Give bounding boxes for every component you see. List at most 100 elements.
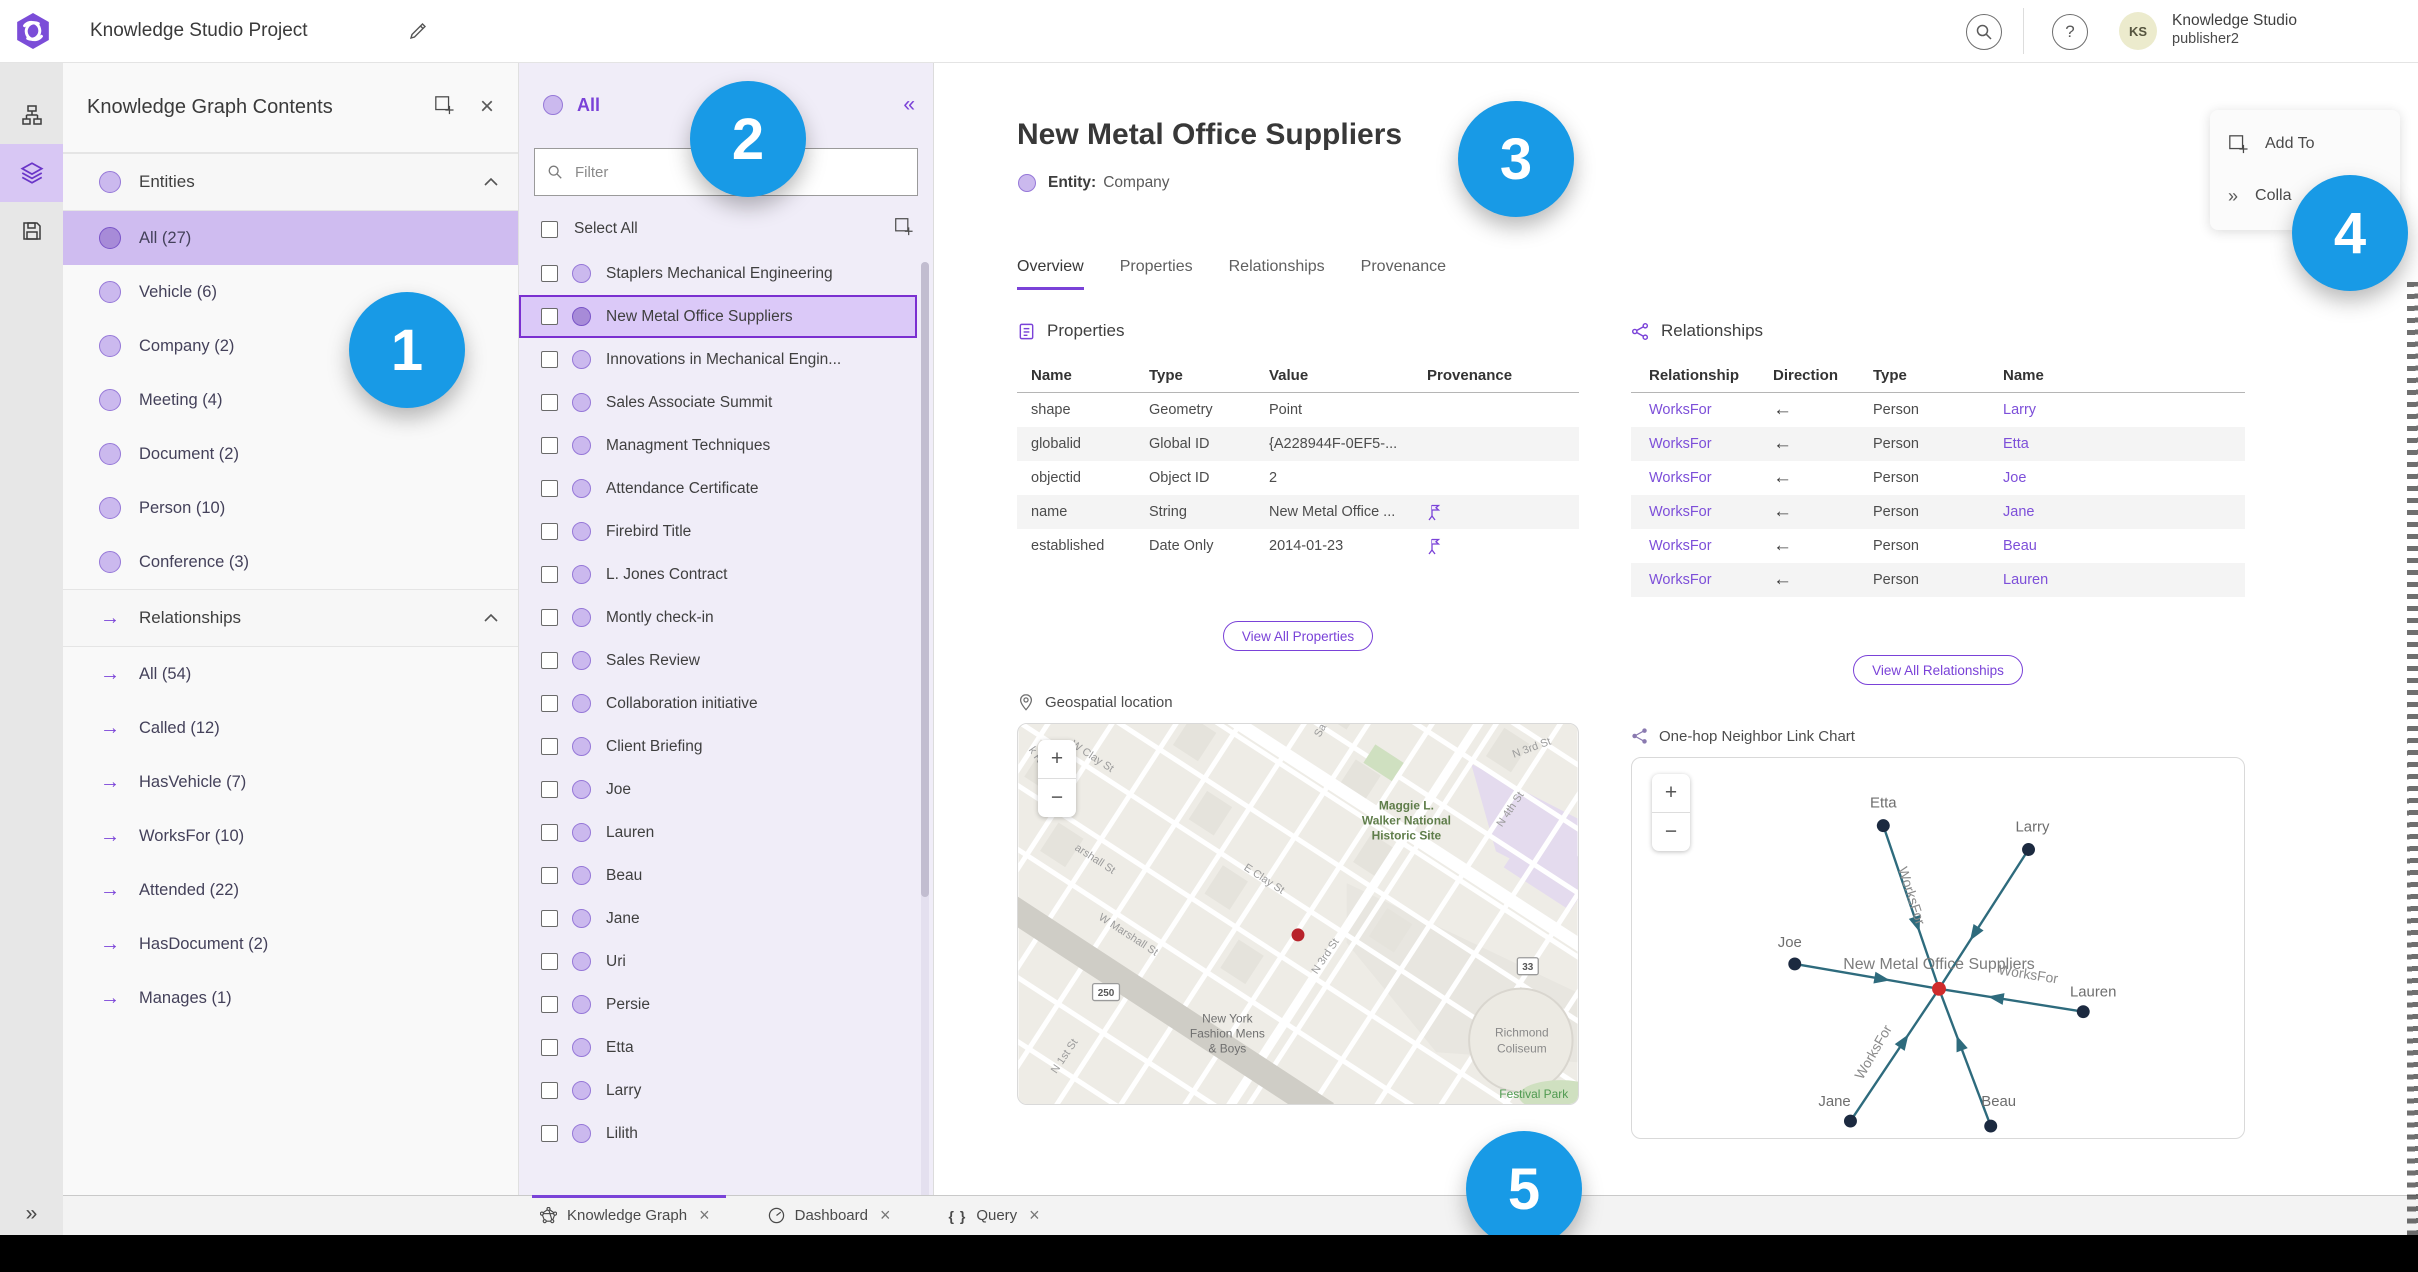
relationship-link[interactable]: WorksFor [1649, 470, 1773, 486]
expand-rail-icon[interactable]: » [0, 1202, 63, 1226]
kg-list-item[interactable]: Larry [519, 1069, 917, 1112]
one-hop-link-chart[interactable]: EttaLarryJoeLaurenJane BeauNew Metal Offi… [1632, 758, 2244, 1138]
scrollbar-track[interactable] [921, 262, 929, 1202]
contents-item[interactable]: → HasVehicle (7) [63, 755, 518, 809]
item-checkbox[interactable] [541, 867, 558, 884]
item-checkbox[interactable] [541, 437, 558, 454]
link-chart-card[interactable]: Etta Larry Joe Lauren Jane Beau New Metal Offi… [1631, 757, 2245, 1139]
provenance-flag-icon[interactable] [1427, 504, 1443, 521]
item-checkbox[interactable] [541, 265, 558, 282]
zoom-out-button[interactable]: − [1038, 778, 1076, 817]
contents-item[interactable]: → HasDocument (2) [63, 917, 518, 971]
close-icon[interactable]: × [480, 95, 494, 119]
tab-overview[interactable]: Overview [1017, 258, 1084, 290]
relationship-link[interactable]: WorksFor [1649, 538, 1773, 554]
item-checkbox[interactable] [541, 1125, 558, 1142]
kg-list-item[interactable]: Lauren [519, 811, 917, 854]
kg-list-item[interactable]: Persie [519, 983, 917, 1026]
item-checkbox[interactable] [541, 523, 558, 540]
kg-list-item[interactable]: Uri [519, 940, 917, 983]
tab-provenance[interactable]: Provenance [1361, 258, 1446, 290]
relationship-link[interactable]: WorksFor [1649, 572, 1773, 588]
zoom-in-button[interactable]: + [1652, 774, 1690, 812]
kg-list-item[interactable]: Etta [519, 1026, 917, 1069]
item-checkbox[interactable] [541, 1082, 558, 1099]
name-link[interactable]: Larry [2003, 402, 2231, 418]
contents-item[interactable]: All (27) [63, 211, 518, 265]
kg-list-item[interactable]: Montly check-in [519, 596, 917, 639]
relationship-link[interactable]: WorksFor [1649, 436, 1773, 452]
item-checkbox[interactable] [541, 695, 558, 712]
item-checkbox[interactable] [541, 308, 558, 325]
add-item-icon[interactable] [894, 217, 913, 241]
item-checkbox[interactable] [541, 953, 558, 970]
kg-list-item[interactable]: Collaboration initiative [519, 682, 917, 725]
knowledge-studio-logo-icon[interactable] [14, 12, 52, 55]
close-icon[interactable]: × [1029, 1205, 1040, 1226]
add-item-icon[interactable] [434, 95, 454, 120]
relationship-link[interactable]: WorksFor [1649, 504, 1773, 520]
tab-properties[interactable]: Properties [1120, 258, 1193, 290]
add-to-menu-item[interactable]: Add To [2210, 118, 2400, 170]
close-icon[interactable]: × [880, 1205, 891, 1226]
name-link[interactable]: Beau [2003, 538, 2231, 554]
item-checkbox[interactable] [541, 566, 558, 583]
kg-list-item[interactable]: Firebird Title [519, 510, 917, 553]
kg-list-item[interactable]: Beau [519, 854, 917, 897]
provenance-flag-icon[interactable] [1427, 538, 1443, 555]
item-checkbox[interactable] [541, 781, 558, 798]
view-all-properties-button[interactable]: View All Properties [1222, 621, 1374, 651]
close-icon[interactable]: × [699, 1205, 710, 1226]
kg-list-item[interactable]: Innovations in Mechanical Engin... [519, 338, 917, 381]
collapse-panel-icon[interactable]: « [903, 93, 915, 117]
contents-item[interactable]: → Attended (22) [63, 863, 518, 917]
item-checkbox[interactable] [541, 394, 558, 411]
name-link[interactable]: Etta [2003, 436, 2231, 452]
select-all-checkbox[interactable] [541, 220, 558, 238]
name-link[interactable]: Lauren [2003, 572, 2231, 588]
zoom-out-button[interactable]: − [1652, 812, 1690, 851]
kg-list-item[interactable]: Sales Associate Summit [519, 381, 917, 424]
user-info[interactable]: Knowledge Studio publisher2 [2172, 11, 2297, 49]
item-checkbox[interactable] [541, 351, 558, 368]
kg-list-item[interactable]: Attendance Certificate [519, 467, 917, 510]
item-checkbox[interactable] [541, 652, 558, 669]
kg-list-item[interactable]: Joe [519, 768, 917, 811]
contents-item[interactable]: → WorksFor (10) [63, 809, 518, 863]
contents-item[interactable]: → Manages (1) [63, 971, 518, 1025]
doc-tab-query[interactable]: { } Query × [941, 1196, 1056, 1235]
geospatial-map-card[interactable]: 25033 k RdW Clay StSaN 3rd StN 4th StMag… [1017, 723, 1579, 1105]
kg-list-item[interactable]: L. Jones Contract [519, 553, 917, 596]
geospatial-map[interactable]: 25033 k RdW Clay StSaN 3rd StN 4th StMag… [1018, 724, 1578, 1104]
tab-relationships[interactable]: Relationships [1229, 258, 1325, 290]
search-icon[interactable] [1966, 14, 2002, 50]
item-checkbox[interactable] [541, 824, 558, 841]
section-header-relationships[interactable]: → Relationships [63, 589, 518, 647]
item-checkbox[interactable] [541, 480, 558, 497]
name-link[interactable]: Joe [2003, 470, 2231, 486]
chevron-up-icon[interactable] [484, 178, 498, 186]
kg-list-item[interactable]: Managment Techniques [519, 424, 917, 467]
edit-pencil-icon[interactable] [408, 21, 428, 46]
kg-list-item[interactable]: Jane [519, 897, 917, 940]
section-header-entities[interactable]: Entities [63, 153, 518, 211]
view-all-relationships-button[interactable]: View All Relationships [1853, 655, 2023, 685]
relationship-link[interactable]: WorksFor [1649, 402, 1773, 418]
hierarchy-icon[interactable] [0, 86, 63, 144]
contents-item[interactable]: Conference (3) [63, 535, 518, 589]
item-checkbox[interactable] [541, 738, 558, 755]
contents-item[interactable]: → All (54) [63, 647, 518, 701]
contents-item[interactable]: → Called (12) [63, 701, 518, 755]
item-checkbox[interactable] [541, 910, 558, 927]
kg-list-item[interactable]: Staplers Mechanical Engineering [519, 252, 917, 295]
save-icon[interactable] [0, 202, 63, 260]
item-checkbox[interactable] [541, 1039, 558, 1056]
contents-item[interactable]: Document (2) [63, 427, 518, 481]
avatar[interactable]: KS [2119, 12, 2157, 50]
kg-list-item[interactable]: Client Briefing [519, 725, 917, 768]
kg-list-item[interactable]: New Metal Office Suppliers [519, 295, 917, 338]
help-icon[interactable]: ? [2052, 14, 2088, 50]
kg-list-item[interactable]: Lilith [519, 1112, 917, 1155]
scrollbar-thumb[interactable] [921, 262, 929, 897]
layers-icon[interactable] [0, 144, 63, 202]
